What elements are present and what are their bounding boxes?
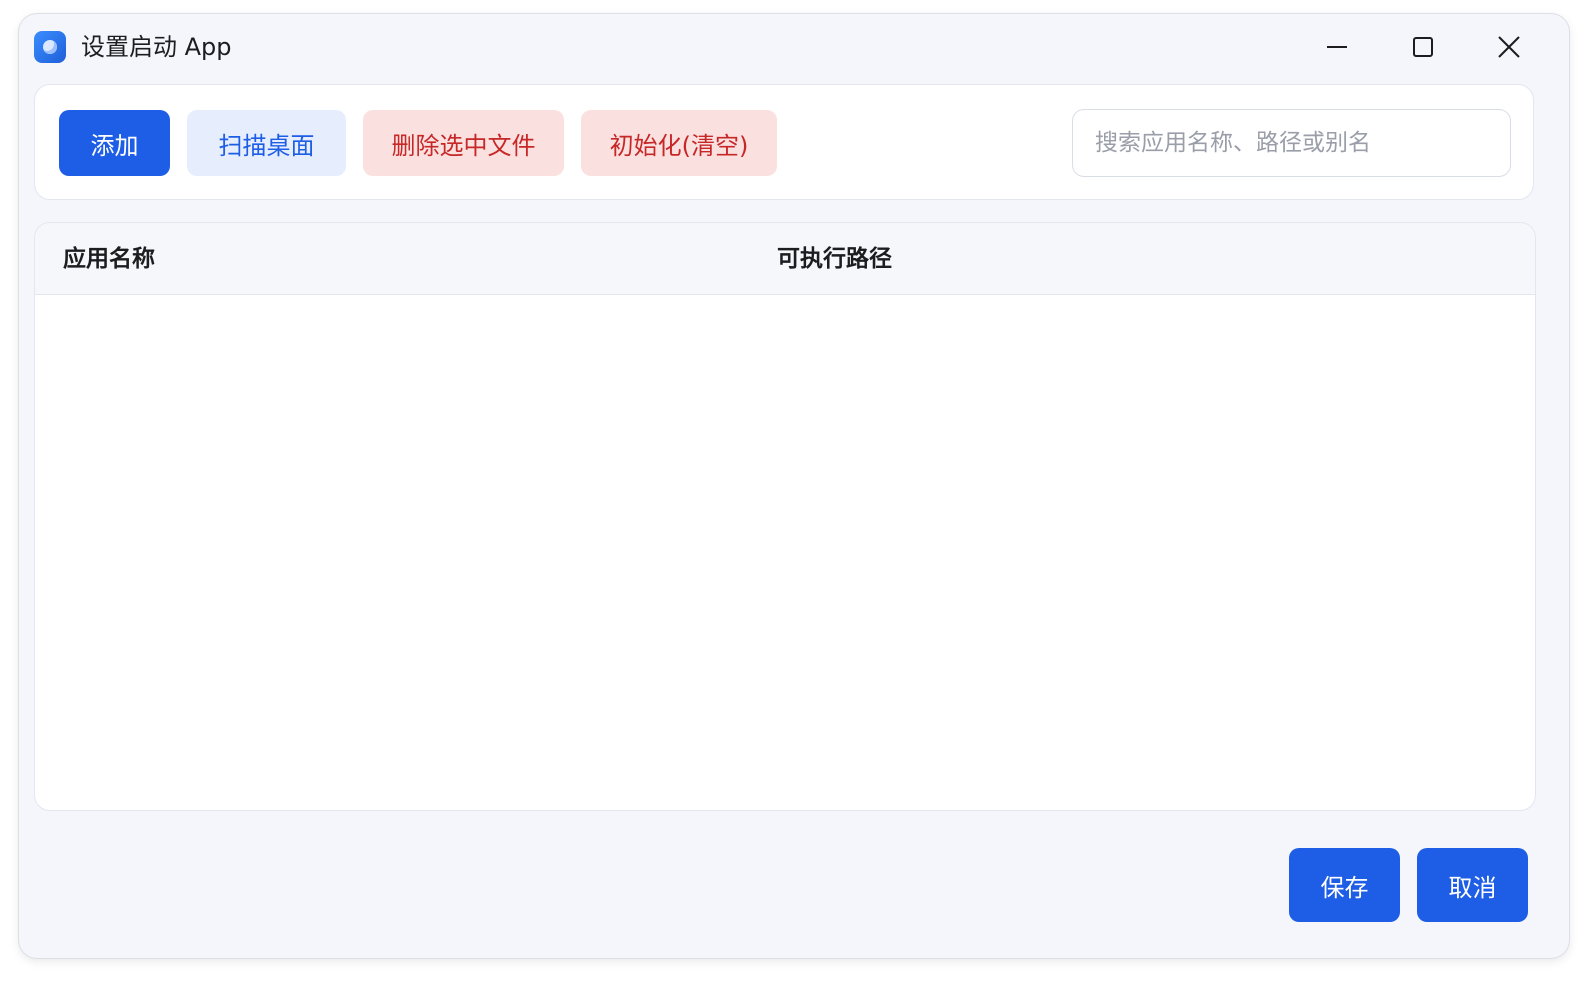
app-icon bbox=[34, 31, 66, 63]
window-title: 设置启动 App bbox=[81, 33, 232, 61]
initialize-clear-button[interactable]: 初始化(清空) bbox=[581, 110, 777, 176]
delete-selected-button[interactable]: 删除选中文件 bbox=[363, 110, 564, 176]
minimize-icon bbox=[1327, 46, 1347, 48]
column-header-app-name[interactable]: 应用名称 bbox=[63, 243, 155, 275]
scan-desktop-button[interactable]: 扫描桌面 bbox=[187, 110, 346, 176]
title-bar[interactable]: 设置启动 App bbox=[19, 14, 1569, 80]
minimize-button[interactable] bbox=[1315, 26, 1359, 68]
close-button[interactable] bbox=[1487, 26, 1531, 68]
toolbar: 添加 扫描桌面 删除选中文件 初始化(清空) bbox=[34, 84, 1534, 200]
settings-window: 设置启动 App 添加 扫描桌面 删除选中文件 初始化(清空) 应用名称 可执 bbox=[19, 14, 1569, 958]
maximize-icon bbox=[1413, 37, 1433, 57]
add-button[interactable]: 添加 bbox=[59, 110, 170, 176]
column-header-executable-path[interactable]: 可执行路径 bbox=[777, 243, 892, 275]
table-body[interactable] bbox=[35, 295, 1535, 810]
save-button[interactable]: 保存 bbox=[1289, 848, 1400, 922]
table-header: 应用名称 可执行路径 bbox=[35, 223, 1535, 295]
search-input[interactable] bbox=[1072, 109, 1511, 177]
close-icon bbox=[1498, 36, 1520, 58]
cancel-button[interactable]: 取消 bbox=[1417, 848, 1528, 922]
app-table: 应用名称 可执行路径 bbox=[34, 222, 1536, 811]
maximize-button[interactable] bbox=[1401, 26, 1445, 68]
